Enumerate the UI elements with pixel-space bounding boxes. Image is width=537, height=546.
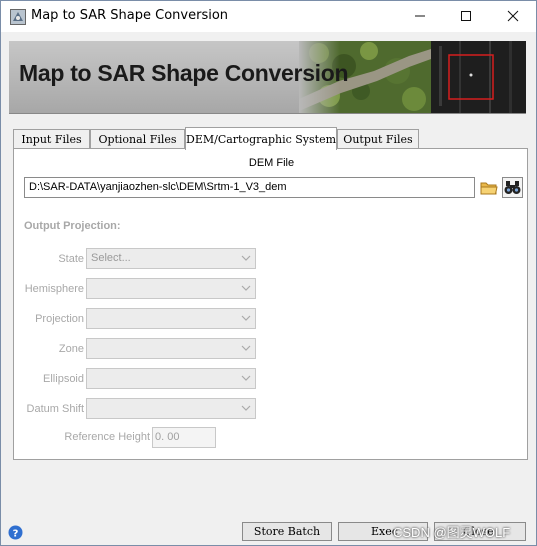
state-select[interactable]: Select... <box>86 248 256 269</box>
store-batch-label: Store Batch <box>253 525 321 538</box>
projection-label: Projection <box>35 313 84 325</box>
store-batch-button[interactable]: Store Batch <box>242 522 332 541</box>
hemisphere-select[interactable] <box>86 278 256 299</box>
svg-text:?: ? <box>13 529 19 540</box>
hemisphere-label: Hemisphere <box>24 283 84 295</box>
app-window: Map to SAR Shape Conversion Map to SAR S… <box>0 0 537 546</box>
ellipsoid-label: Ellipsoid <box>43 373 84 385</box>
reference-height-input[interactable]: 0. 00 <box>152 427 216 448</box>
chevron-down-icon <box>241 253 251 266</box>
state-label: State <box>58 253 84 265</box>
chevron-down-icon <box>241 283 251 296</box>
maximize-button[interactable] <box>443 1 489 31</box>
help-icon[interactable]: ? <box>8 525 23 540</box>
state-value: Select... <box>91 252 131 264</box>
tab-input-files[interactable]: Input Files <box>13 129 90 149</box>
chevron-down-icon <box>241 373 251 386</box>
zone-select[interactable] <box>86 338 256 359</box>
dem-file-label: DEM File <box>248 157 295 169</box>
tab-dem-cartographic-system[interactable]: DEM/Cartographic System <box>185 127 337 150</box>
datum-shift-select[interactable] <box>86 398 256 419</box>
reference-height-label: Reference Height <box>64 431 150 443</box>
output-projection-header: Output Projection: <box>24 220 121 232</box>
binoculars-icon[interactable] <box>502 177 523 198</box>
zone-label: Zone <box>58 343 84 355</box>
ellipsoid-select[interactable] <box>86 368 256 389</box>
close-window-button[interactable] <box>490 1 536 31</box>
tab-panel-dem: DEM File D:\SAR-DATA\yanjiaozhen-slc\DEM… <box>13 148 528 460</box>
chevron-down-icon <box>241 343 251 356</box>
tab-output-files[interactable]: Output Files <box>337 129 419 149</box>
tab-label: Output Files <box>343 133 413 146</box>
banner-title: Map to SAR Shape Conversion <box>19 60 349 86</box>
header-banner: Map to SAR Shape Conversion <box>9 41 526 114</box>
watermark: CSDN @图灵WOLF <box>393 525 511 540</box>
folder-icon[interactable] <box>478 177 499 198</box>
dem-file-input[interactable]: D:\SAR-DATA\yanjiaozhen-slc\DEM\Srtm-1_V… <box>24 177 475 198</box>
tab-label: DEM/Cartographic System <box>186 132 337 146</box>
chevron-down-icon <box>241 403 251 416</box>
projection-select[interactable] <box>86 308 256 329</box>
window-title: Map to SAR Shape Conversion <box>31 8 229 23</box>
minimize-button[interactable] <box>397 1 443 31</box>
tab-label: Input Files <box>21 133 82 146</box>
chevron-down-icon <box>241 313 251 326</box>
datum-shift-label: Datum Shift <box>26 403 84 415</box>
app-icon <box>10 9 26 25</box>
tab-optional-files[interactable]: Optional Files <box>90 129 185 149</box>
title-bar: Map to SAR Shape Conversion <box>1 1 536 32</box>
tab-label: Optional Files <box>98 133 177 146</box>
